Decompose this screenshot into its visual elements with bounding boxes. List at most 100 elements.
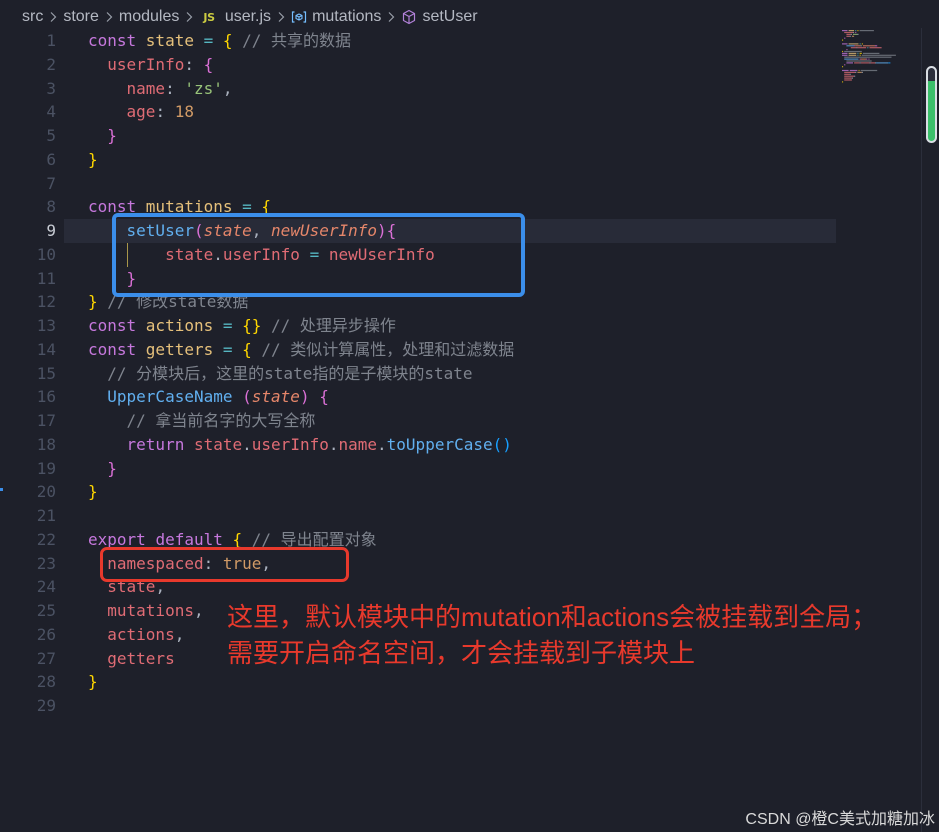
breadcrumb-item-setuser[interactable]: setUser bbox=[401, 8, 478, 26]
line-number[interactable]: 7 bbox=[0, 172, 56, 196]
minimap-segment bbox=[844, 73, 850, 75]
line-number[interactable]: 29 bbox=[0, 694, 56, 718]
code-token: = bbox=[222, 339, 243, 359]
minimap-segment bbox=[844, 31, 853, 34]
chevron-right-icon bbox=[278, 12, 285, 22]
minimap-segment bbox=[857, 52, 859, 54]
code-token: mutations bbox=[88, 601, 194, 620]
code-token: . bbox=[242, 434, 252, 454]
line-number[interactable]: 14 bbox=[0, 338, 56, 362]
line-number[interactable]: 23 bbox=[0, 552, 56, 576]
breadcrumb-item-mutations[interactable]: mutations bbox=[291, 8, 381, 26]
code-line[interactable] bbox=[88, 504, 828, 528]
code-token: default bbox=[155, 529, 233, 549]
line-number[interactable]: 16 bbox=[0, 385, 56, 409]
code-token: // 导出配置对象 bbox=[251, 529, 377, 549]
code-line[interactable]: // 分模块后，这里的state指的是子模块的state bbox=[88, 362, 828, 386]
minimap-segment bbox=[867, 47, 869, 49]
code-token: {} bbox=[242, 316, 262, 335]
breadcrumb-item-modules[interactable]: modules bbox=[119, 8, 179, 26]
minimap-segment bbox=[853, 31, 855, 34]
annotation-line: 这里，默认模块中的mutation和actions会被挂载到全局； bbox=[227, 602, 878, 632]
line-number[interactable]: 22 bbox=[0, 528, 56, 552]
chevron-right-icon bbox=[106, 12, 113, 22]
code-token: , bbox=[222, 78, 233, 98]
line-number[interactable]: 12 bbox=[0, 290, 56, 314]
code-line[interactable]: } bbox=[88, 670, 828, 694]
breadcrumb-item-src[interactable]: src bbox=[22, 8, 43, 26]
code-token: () bbox=[492, 434, 512, 454]
code-line[interactable]: age: 18 bbox=[88, 100, 828, 124]
code-token: 'zs' bbox=[184, 78, 223, 98]
code-line[interactable]: userInfo: { bbox=[88, 53, 828, 77]
line-number[interactable]: 4 bbox=[0, 100, 56, 124]
line-number[interactable]: 28 bbox=[0, 670, 56, 694]
code-line[interactable] bbox=[88, 172, 828, 196]
annotation-note: 这里，默认模块中的mutation和actions会被挂载到全局； 需要开启命名… bbox=[227, 599, 877, 671]
chevron-right-icon bbox=[389, 12, 395, 22]
minimap-segment bbox=[861, 54, 896, 56]
line-number[interactable]: 24 bbox=[0, 575, 56, 599]
minimap-segment bbox=[842, 81, 844, 83]
minimap-segment bbox=[848, 30, 855, 32]
line-number[interactable]: 19 bbox=[0, 457, 56, 481]
line-number[interactable]: 11 bbox=[0, 267, 56, 291]
line-number[interactable]: 5 bbox=[0, 124, 56, 148]
minimap-segment bbox=[861, 43, 863, 45]
code-token: = bbox=[222, 316, 243, 335]
code-line[interactable]: } bbox=[88, 124, 828, 148]
code-line[interactable]: const actions = {} // 处理异步操作 bbox=[88, 314, 828, 338]
line-number[interactable]: 27 bbox=[0, 647, 56, 671]
minimap-segment bbox=[870, 62, 875, 64]
line-number[interactable]: 2 bbox=[0, 53, 56, 77]
code-line[interactable]: return state.userInfo.name.toUpperCase() bbox=[88, 433, 828, 457]
breadcrumb-item-user-js[interactable]: JS user.js bbox=[199, 8, 271, 26]
minimap-segment bbox=[859, 43, 861, 45]
line-number[interactable]: 26 bbox=[0, 623, 56, 647]
minimap-segment bbox=[844, 58, 859, 60]
line-number[interactable]: 15 bbox=[0, 362, 56, 386]
line-number[interactable]: 10 bbox=[0, 243, 56, 267]
code-token: toUpperCase bbox=[386, 434, 493, 454]
chevron-right-icon bbox=[186, 12, 193, 22]
line-number[interactable]: 8 bbox=[0, 195, 56, 219]
code-line[interactable]: } bbox=[88, 148, 828, 172]
code-line[interactable] bbox=[88, 694, 828, 718]
code-line[interactable]: // 拿当前名字的大写全称 bbox=[88, 409, 828, 433]
code-line[interactable]: } bbox=[88, 480, 828, 504]
line-number[interactable]: 1 bbox=[0, 29, 56, 53]
code-line[interactable]: const getters = { // 类似计算属性，处理和过滤数据 bbox=[88, 338, 828, 362]
line-number[interactable]: 20 bbox=[0, 480, 56, 504]
minimap-segment bbox=[848, 43, 859, 45]
breadcrumb-label: user.js bbox=[224, 8, 272, 25]
line-number[interactable]: 13 bbox=[0, 314, 56, 338]
code-line[interactable]: } bbox=[88, 457, 828, 481]
minimap-segment bbox=[855, 71, 857, 73]
code-line[interactable]: name: 'zs', bbox=[88, 77, 828, 101]
line-number[interactable]: 21 bbox=[0, 504, 56, 528]
minimap-segment bbox=[850, 47, 857, 49]
line-number[interactable]: 25 bbox=[0, 599, 56, 623]
line-number[interactable]: 9 bbox=[0, 219, 56, 243]
minimap-segment bbox=[859, 58, 861, 60]
line-number[interactable]: 6 bbox=[0, 148, 56, 172]
minimap-segment bbox=[846, 62, 853, 64]
code-token: // 类似计算属性，处理和过滤数据 bbox=[261, 339, 515, 359]
code-token: state bbox=[193, 434, 243, 454]
code-token: { bbox=[222, 31, 243, 50]
code-token: ( bbox=[242, 387, 252, 407]
line-number[interactable]: 3 bbox=[0, 77, 56, 101]
minimap-segment bbox=[851, 77, 853, 79]
minimap-segment bbox=[858, 69, 860, 72]
breadcrumb-label: mutations bbox=[312, 8, 382, 25]
code-token: { bbox=[319, 387, 329, 407]
vertical-scrollbar-thumb[interactable] bbox=[926, 66, 937, 143]
breadcrumb-item-store[interactable]: store bbox=[63, 8, 99, 26]
code-token: const bbox=[88, 31, 146, 50]
code-line[interactable]: UpperCaseName (state) { bbox=[88, 385, 828, 409]
minimap[interactable] bbox=[840, 29, 918, 91]
line-number[interactable]: 17 bbox=[0, 409, 56, 433]
line-number-gutter[interactable]: 1 2 3 4 5 6 7 8 9 10 11 12 13 14 15 16 17 18 19 20 21 22 23 24 2… bbox=[0, 29, 56, 718]
line-number[interactable]: 18 bbox=[0, 433, 56, 457]
code-line[interactable]: const state = { // 共享的数据 bbox=[88, 29, 828, 53]
